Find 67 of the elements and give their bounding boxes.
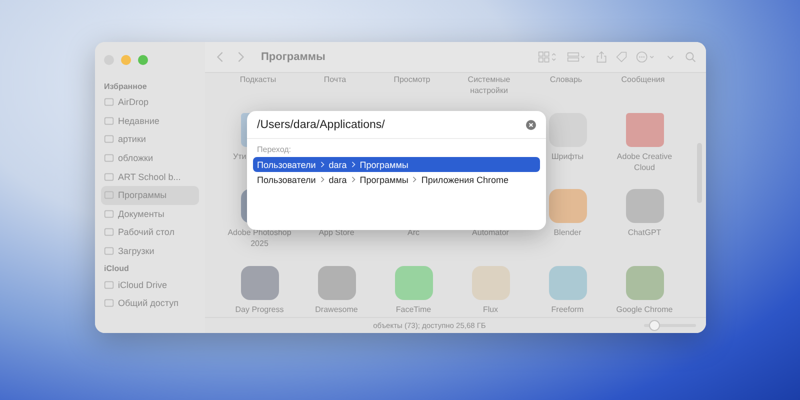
folder-icon [104, 134, 114, 144]
chevron-icon [320, 176, 325, 183]
folder-icon [104, 298, 114, 308]
app-label: Словарь [548, 74, 584, 86]
sidebar-item[interactable]: Общий доступ [101, 294, 199, 313]
search-icon[interactable] [685, 51, 696, 63]
app-label: Blender [554, 227, 582, 238]
chevron-icon [350, 176, 356, 183]
app-label: Почта [322, 74, 348, 86]
more-icon[interactable] [636, 51, 656, 63]
sidebar-item[interactable]: Рабочий стол [101, 223, 199, 242]
chevron-icon [350, 161, 356, 168]
app-label: Day Progress [235, 304, 284, 315]
app-label: Просмотр [392, 74, 432, 86]
path-segment-label: Программы [360, 174, 408, 184]
app-label: Flux [482, 304, 498, 315]
path-segment-label: Пользователи [257, 160, 316, 170]
path-segment-label: Программы [360, 160, 408, 170]
sidebar-item[interactable]: Недавние [101, 112, 199, 130]
app-label: Arc [408, 227, 420, 238]
app-label: Adobe Photoshop 2025 [226, 227, 292, 250]
folder-icon [104, 153, 114, 164]
path-suggestion[interactable]: Пользователи dara Программы Приложения Chrome [253, 172, 540, 187]
chevron-icon [412, 176, 418, 183]
app-label: Шрифты [551, 150, 584, 162]
tag-icon[interactable] [616, 51, 627, 63]
app-label: Сообщения [620, 74, 666, 86]
folder-icon [104, 172, 114, 182]
sidebar-heading: iCloud [103, 263, 130, 276]
app-label: Freeform [551, 304, 584, 315]
sidebar-heading: Избранное [103, 81, 148, 93]
app-label: Системные настройки [466, 74, 512, 96]
app-label: App Store [318, 227, 354, 238]
app-label: FaceTime [396, 304, 432, 315]
app-label: Подкасты [238, 74, 278, 86]
sidebar-item[interactable]: AirDrop [101, 93, 199, 112]
app-label: Automator [472, 227, 509, 238]
sidebar-item[interactable]: iCloud Drive [101, 275, 199, 294]
app-label: Adobe Creative Cloud [616, 150, 674, 173]
minimize-icon[interactable] [121, 55, 131, 65]
sidebar-item[interactable]: артики [101, 130, 199, 149]
sidebar-item[interactable]: обложки [101, 148, 199, 168]
path-segment-label: Приложения Chrome [421, 174, 509, 184]
view-grid-icon[interactable] [538, 51, 558, 63]
path-suggestion[interactable]: Пользователи dara Программы [253, 157, 540, 172]
path-input-field[interactable]: /Users/dara/Applications/ [257, 116, 520, 132]
folder-icon[interactable] [626, 112, 664, 147]
app-icon[interactable] [548, 189, 586, 224]
slider-thumb[interactable] [649, 320, 660, 331]
app-label: Ути [232, 150, 246, 162]
app-label: Drawesome [315, 304, 358, 315]
clear-icon[interactable] [526, 120, 536, 130]
app-label: ChatGPT [628, 227, 662, 238]
share-icon[interactable] [596, 51, 607, 63]
zoom-icon[interactable] [138, 55, 148, 65]
sidebar-item[interactable]: Программы [101, 186, 199, 205]
sidebar-item[interactable]: Загрузки [101, 242, 199, 260]
app-label: Google Chrome [616, 304, 673, 315]
sidebar-item[interactable]: ART School b... [101, 167, 199, 186]
group-icon[interactable] [567, 51, 587, 63]
path-segment-label: Пользователи [257, 174, 316, 184]
section-heading: Переход: [256, 144, 292, 156]
path-segment-label: dara [328, 160, 347, 170]
path-segment-label: dara [328, 174, 347, 184]
window-title: Программы [261, 51, 326, 63]
sidebar-item[interactable]: Документы [101, 204, 199, 224]
chevron-icon [320, 161, 325, 168]
